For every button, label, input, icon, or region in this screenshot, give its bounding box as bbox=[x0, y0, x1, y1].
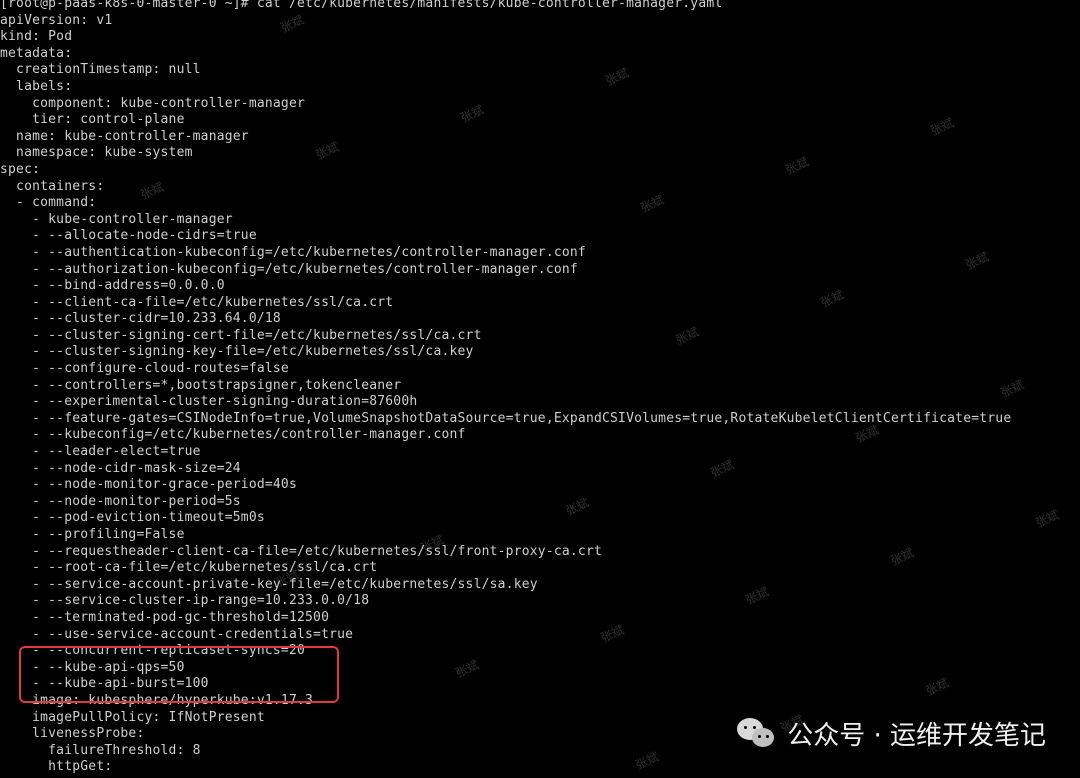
terminal-line: - --client-ca-file=/etc/kubernetes/ssl/c… bbox=[0, 294, 394, 310]
terminal-line: - --bind-address=0.0.0.0 bbox=[0, 278, 225, 294]
highlight-box bbox=[19, 646, 339, 703]
terminal-line: - --experimental-cluster-signing-duratio… bbox=[0, 394, 418, 410]
terminal-line: - --node-monitor-grace-period=40s bbox=[0, 477, 297, 493]
terminal-line: - --service-cluster-ip-range=10.233.0.0/… bbox=[0, 593, 370, 609]
terminal-line: - --node-monitor-period=5s bbox=[0, 493, 241, 509]
terminal-line: - --authentication-kubeconfig=/etc/kuber… bbox=[0, 244, 586, 260]
terminal-line: - --leader-elect=true bbox=[0, 444, 201, 460]
terminal-line: - --cluster-cidr=10.233.64.0/18 bbox=[0, 311, 281, 327]
terminal-line: - --feature-gates=CSINodeInfo=true,Volum… bbox=[0, 410, 1012, 426]
terminal-line: tier: control-plane bbox=[0, 112, 185, 128]
terminal-line: - --pod-eviction-timeout=5m0s bbox=[0, 510, 265, 526]
terminal-line: - --controllers=*,bootstrapsigner,tokenc… bbox=[0, 377, 402, 393]
terminal-line: - --authorization-kubeconfig=/etc/kubern… bbox=[0, 261, 578, 277]
watermark: 张斌 bbox=[1033, 507, 1062, 531]
brand-watermark: 公众号 · 运维开发笔记 bbox=[737, 715, 1046, 752]
brand-label: 公众号 · 运维开发笔记 bbox=[787, 721, 1046, 751]
terminal-line: - command: bbox=[0, 195, 97, 211]
terminal-line: creationTimestamp: null bbox=[0, 62, 201, 78]
terminal-line: - --configure-cloud-routes=false bbox=[0, 361, 289, 377]
terminal-line: - --kubeconfig=/etc/kubernetes/controlle… bbox=[0, 427, 466, 443]
terminal-line: metadata: bbox=[0, 45, 73, 61]
terminal-line: - --root-ca-file=/etc/kubernetes/ssl/ca.… bbox=[0, 560, 378, 576]
terminal-line: - --service-account-private-key-file=/et… bbox=[0, 576, 538, 592]
terminal-line: component: kube-controller-manager bbox=[0, 95, 306, 111]
terminal-window[interactable]: [root@p-paas-k8s-0-master-0 ~]# cat /etc… bbox=[0, 0, 1080, 778]
terminal-line: - --use-service-account-credentials=true bbox=[0, 626, 354, 642]
terminal-line: - kube-controller-manager bbox=[0, 211, 233, 227]
terminal-line: containers: bbox=[0, 178, 105, 194]
terminal-line: - --requestheader-client-ca-file=/etc/ku… bbox=[0, 543, 602, 559]
terminal-line: apiVersion: v1 bbox=[0, 12, 113, 28]
terminal-line: namespace: kube-system bbox=[0, 145, 193, 161]
terminal-line: - --cluster-signing-key-file=/etc/kubern… bbox=[0, 344, 474, 360]
terminal-line: labels: bbox=[0, 78, 73, 94]
terminal-line: kind: Pod bbox=[0, 29, 73, 45]
terminal-line: - --allocate-node-cidrs=true bbox=[0, 228, 257, 244]
terminal-line: httpGet: bbox=[0, 759, 113, 775]
terminal-line: name: kube-controller-manager bbox=[0, 128, 249, 144]
terminal-line: spec: bbox=[0, 161, 41, 177]
terminal-line: - --cluster-signing-cert-file=/etc/kuber… bbox=[0, 327, 482, 343]
terminal-line: - --profiling=False bbox=[0, 527, 185, 542]
terminal-line: [root@p-paas-k8s-0-master-0 ~]# cat /etc… bbox=[0, 0, 723, 11]
terminal-line: - --terminated-pod-gc-threshold=12500 bbox=[0, 609, 330, 625]
terminal-line: - --node-cidr-mask-size=24 bbox=[0, 460, 241, 476]
wechat-icon bbox=[737, 717, 777, 750]
